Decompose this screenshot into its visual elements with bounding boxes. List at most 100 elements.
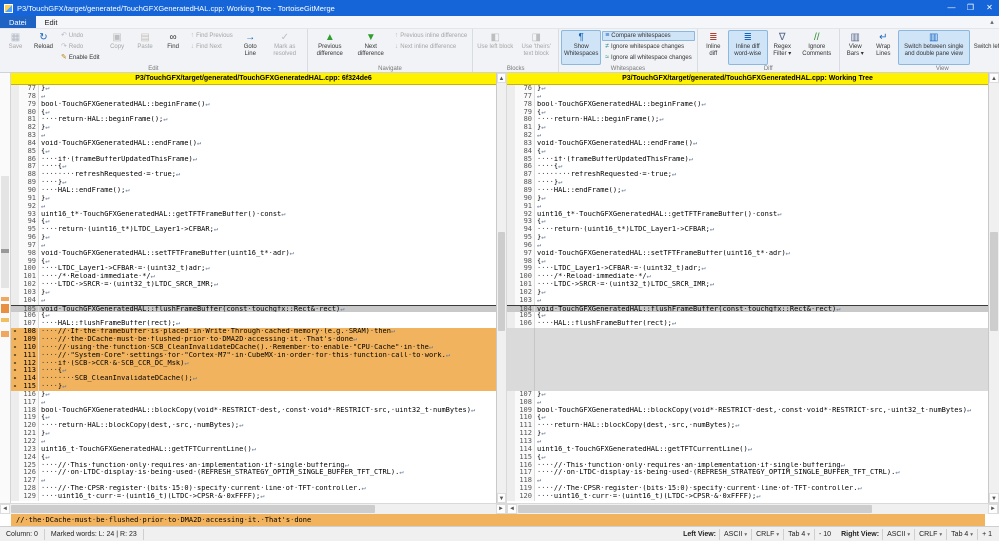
minimize-button[interactable]: — (942, 0, 961, 16)
code-line[interactable]: 84{↵ (507, 148, 988, 156)
menu-tab-datei[interactable]: Datei (0, 16, 36, 28)
inline-diff-button[interactable]: ≣Inline diff (700, 30, 727, 65)
code-line[interactable]: 95}↵ (507, 234, 988, 242)
code-line[interactable]: 125····//·This·function·only·requires·an… (11, 462, 496, 470)
code-line[interactable]: 77↵ (507, 93, 988, 101)
code-line[interactable]: 82↵ (507, 132, 988, 140)
previous-difference-button[interactable]: ▲Previous difference (310, 30, 350, 65)
code-line[interactable]: 79{↵ (507, 109, 988, 117)
code-line[interactable]: 129····uint16_t·curr·=·(uint16_t)(LTDC->… (11, 493, 496, 501)
code-line[interactable]: -109····//·the·DCache·must·be·flushed·pr… (11, 336, 496, 344)
code-line[interactable]: 87········refreshRequested·=·true;↵ (507, 171, 988, 179)
code-line[interactable]: 85····if·(frameBufferUpdatedThisFrame)↵ (507, 156, 988, 164)
scroll-down-icon[interactable]: ▼ (497, 493, 506, 503)
code-line[interactable]: 120····uint16_t·curr·=·(uint16_t)(LTDC->… (507, 493, 988, 501)
code-line[interactable]: 84void·TouchGFXGeneratedHAL::endFrame()↵ (11, 140, 496, 148)
code-line[interactable]: 81····return·HAL::beginFrame();↵ (11, 116, 496, 124)
scroll-up-icon[interactable]: ▲ (989, 73, 999, 83)
code-line[interactable]: 86····if·(frameBufferUpdatedThisFrame)↵ (11, 156, 496, 164)
code-line[interactable]: 119····//·The·CPSR·register·(bits·15:0)·… (507, 485, 988, 493)
code-line[interactable]: 101····/*·Reload·immediate·*/↵ (11, 273, 496, 281)
status-segment[interactable]: + 1 (977, 529, 996, 540)
code-line[interactable]: 82}↵ (11, 124, 496, 132)
code-line[interactable]: 126····//·on·LTDC·display·is·being·used·… (11, 469, 496, 477)
code-line[interactable]: 113↵ (507, 438, 988, 446)
find-next-button[interactable]: ↓Find Next (188, 42, 236, 52)
code-line[interactable]: 109bool·TouchGFXGeneratedHAL::blockCopy(… (507, 407, 988, 415)
status-segment[interactable]: ASCII▾ (882, 529, 914, 540)
code-line[interactable]: 83↵ (11, 132, 496, 140)
status-segment[interactable]: ASCII▾ (719, 529, 751, 540)
code-line[interactable]: 88········refreshRequested·=·true;↵ (11, 171, 496, 179)
right-code-view[interactable]: 76}↵77↵78bool·TouchGFXGeneratedHAL::begi… (507, 85, 988, 503)
find-previous-button[interactable]: ↑Find Previous (188, 31, 236, 41)
code-line[interactable]: 89····HAL::endFrame();↵ (507, 187, 988, 195)
code-line[interactable]: 99····LTDC_Layer1->CFBAR·=·(uint32_t)adr… (507, 265, 988, 273)
menu-tab-edit[interactable]: Edit (36, 16, 67, 28)
code-line[interactable]: 121}↵ (11, 430, 496, 438)
code-line[interactable]: 114uint16_t·TouchGFXGeneratedHAL::getTFT… (507, 446, 988, 454)
view-bars-button[interactable]: ▥View Bars ▾ (842, 30, 869, 65)
code-line[interactable]: 79bool·TouchGFXGeneratedHAL::beginFrame(… (11, 101, 496, 109)
left-hscroll-thumb[interactable] (11, 505, 375, 513)
code-line[interactable]: 88····}↵ (507, 179, 988, 187)
paste-button[interactable]: ▤Paste (132, 30, 159, 65)
code-line[interactable]: 91}↵ (11, 195, 496, 203)
code-line[interactable]: -114········SCB_CleanInvalidateDCache();… (11, 375, 496, 383)
code-line[interactable]: 112}↵ (507, 430, 988, 438)
code-line[interactable]: 101····LTDC->SRCR·=·(uint32_t)LTDC_SRCR_… (507, 281, 988, 289)
right-vertical-scrollbar[interactable]: ▲ ▼ (989, 73, 999, 503)
code-line[interactable] (507, 344, 988, 352)
code-line[interactable] (507, 383, 988, 391)
code-line[interactable]: 118bool·TouchGFXGeneratedHAL::blockCopy(… (11, 407, 496, 415)
scroll-left-icon[interactable]: ◄ (0, 504, 10, 514)
code-line[interactable]: 102····LTDC->SRCR·=·(uint32_t)LTDC_SRCR_… (11, 281, 496, 289)
code-line[interactable]: 77}↵ (11, 85, 496, 93)
mark-as-resolved-button[interactable]: ✓Mark as resolved (265, 30, 305, 65)
status-segment[interactable]: Tab 4▾ (946, 529, 977, 540)
right-hscroll-thumb[interactable] (518, 505, 872, 513)
scroll-left-icon[interactable]: ◄ (507, 504, 517, 514)
code-line[interactable]: 116}↵ (11, 391, 496, 399)
code-line[interactable]: 78bool·TouchGFXGeneratedHAL::beginFrame(… (507, 101, 988, 109)
code-line[interactable]: 78↵ (11, 93, 496, 101)
switch-left-right-button[interactable]: ⇄Switch left and right view (971, 30, 999, 65)
code-line[interactable]: 105{↵ (507, 312, 988, 320)
code-line[interactable] (507, 352, 988, 360)
code-line[interactable]: 120····return·HAL::blockCopy(dest,·src,·… (11, 422, 496, 430)
ignore-whitespace-changes-option[interactable]: ≠Ignore whitespace changes (602, 42, 695, 52)
code-line[interactable]: 123uint16_t·TouchGFXGeneratedHAL::getTFT… (11, 446, 496, 454)
left-vscroll-thumb[interactable] (498, 232, 505, 331)
collapse-ribbon-icon[interactable]: ▴ (985, 16, 999, 28)
use-theirs-text-block-button[interactable]: ◨Use 'theirs' text block (516, 30, 556, 65)
code-line[interactable]: 98{↵ (507, 258, 988, 266)
code-line[interactable]: 117····//·on·LTDC·display·is·being·used·… (507, 469, 988, 477)
inline-diff-word-wise-button[interactable]: ≣Inline diff word-wise (728, 30, 768, 65)
code-line[interactable]: 92uint16_t*·TouchGFXGeneratedHAL::getTFT… (507, 211, 988, 219)
code-line[interactable]: 106{↵ (11, 312, 496, 320)
code-line[interactable]: 97void·TouchGFXGeneratedHAL::setTFTFrame… (507, 250, 988, 258)
code-line[interactable]: 76}↵ (507, 85, 988, 93)
code-line[interactable] (507, 367, 988, 375)
right-horizontal-scrollbar[interactable]: ◄ ► (507, 504, 999, 514)
maximize-button[interactable]: ❐ (961, 0, 980, 16)
compare-whitespaces-option[interactable]: ≡Compare whitespaces (602, 31, 695, 41)
code-line[interactable]: -110····//·using·the·function·SCB_CleanI… (11, 344, 496, 352)
code-line[interactable]: 85{↵ (11, 148, 496, 156)
code-line[interactable]: -111····//·"System·Core"·settings·for·"C… (11, 352, 496, 360)
next-difference-button[interactable]: ▼Next difference (351, 30, 391, 65)
left-vertical-scrollbar[interactable]: ▲ ▼ (497, 73, 507, 503)
code-line[interactable]: 83void·TouchGFXGeneratedHAL::endFrame()↵ (507, 140, 988, 148)
code-line[interactable]: 124{↵ (11, 454, 496, 462)
code-line[interactable]: 90····HAL::endFrame();↵ (11, 187, 496, 195)
code-line[interactable]: 116····//·This·function·only·requires·an… (507, 462, 988, 470)
regex-filter-button[interactable]: ∇Regex Filter ▾ (769, 30, 796, 65)
code-line[interactable] (507, 360, 988, 368)
code-line[interactable]: 94····return·(uint16_t*)LTDC_Layer1->CFB… (507, 226, 988, 234)
enable-edit-button[interactable]: ✎Enable Edit (58, 53, 103, 63)
code-line[interactable]: 122↵ (11, 438, 496, 446)
wrap-lines-button[interactable]: ↵Wrap Lines (870, 30, 897, 65)
code-line[interactable]: 80····return·HAL::beginFrame();↵ (507, 116, 988, 124)
code-line[interactable]: 94{↵ (11, 218, 496, 226)
code-line[interactable]: 105void·TouchGFXGeneratedHAL::flushFrame… (11, 305, 496, 313)
